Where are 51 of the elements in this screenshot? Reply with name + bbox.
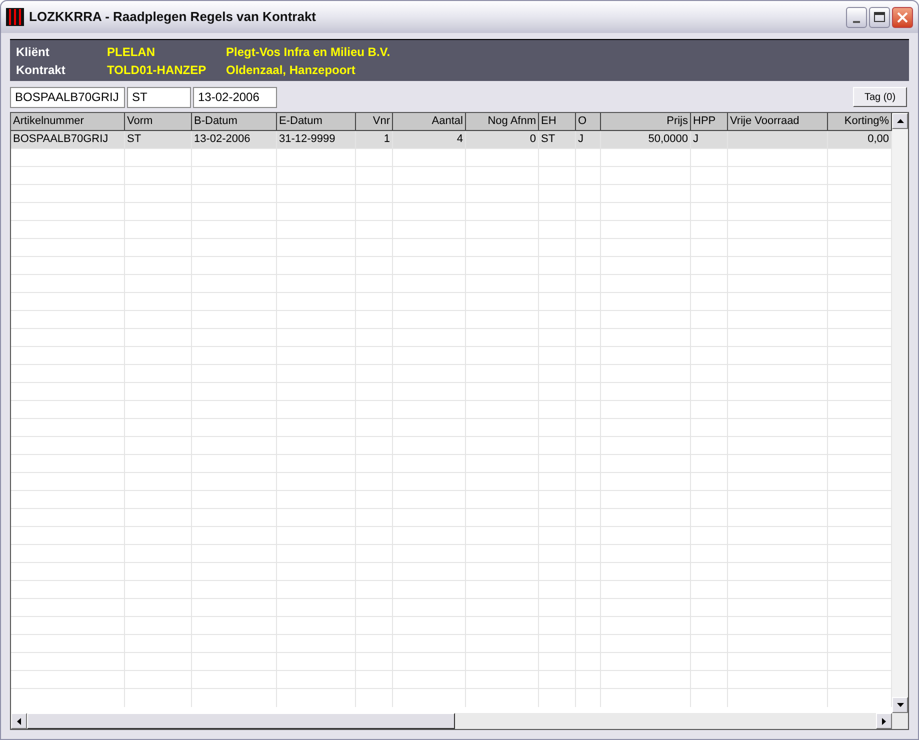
table-cell: 13-02-2006 xyxy=(192,131,277,149)
column-header[interactable]: Artikelnummer xyxy=(11,113,125,131)
table-row[interactable]: BOSPAALB70GRIJ ST 13-02-2006 31-12-9999 1 4 0 ST J 50,0000 J 0,00 xyxy=(11,131,892,149)
down-arrow-icon xyxy=(896,703,904,707)
table-cell: J xyxy=(691,131,728,149)
window-title: LOZKKRRA - Raadplegen Regels van Kontrakt xyxy=(29,8,316,26)
maximize-icon xyxy=(874,12,885,22)
column-header[interactable]: Korting% xyxy=(828,113,892,131)
info-code: PLELAN xyxy=(107,44,156,60)
scroll-left-button[interactable] xyxy=(11,713,27,729)
column-header[interactable]: Nog Afnm xyxy=(466,113,539,131)
left-arrow-icon xyxy=(17,718,21,724)
table-cell: ST xyxy=(539,131,576,149)
column-header[interactable]: O xyxy=(576,113,601,131)
close-button[interactable] xyxy=(892,6,913,28)
column-header[interactable]: HPP xyxy=(691,113,728,131)
column-header[interactable]: B-Datum xyxy=(192,113,277,131)
column-header[interactable]: E-Datum xyxy=(277,113,356,131)
right-arrow-icon xyxy=(882,718,886,724)
minimize-icon xyxy=(853,20,860,22)
info-name: Plegt-Vos Infra en Milieu B.V. xyxy=(226,44,390,60)
table-cell: 1 xyxy=(356,131,393,149)
filter-field[interactable]: 13-02-2006 xyxy=(193,86,277,108)
scroll-up-button[interactable] xyxy=(892,113,908,129)
app-icon xyxy=(6,8,24,26)
info-name: Oldenzaal, Hanzepoort xyxy=(226,62,356,78)
table-cell: 0 xyxy=(466,131,539,149)
table-cell: ST xyxy=(125,131,192,149)
scroll-right-button[interactable] xyxy=(876,713,892,729)
column-header[interactable]: Aantal xyxy=(393,113,466,131)
info-code: TOLD01-HANZEP xyxy=(107,62,208,78)
column-header[interactable]: Prijs xyxy=(601,113,691,131)
column-header[interactable]: EH xyxy=(539,113,576,131)
up-arrow-icon xyxy=(896,119,904,123)
filter-field[interactable]: ST xyxy=(127,86,191,108)
table-cell: 31-12-9999 xyxy=(277,131,356,149)
scroll-down-button[interactable] xyxy=(892,697,908,713)
column-header[interactable]: Vnr xyxy=(356,113,393,131)
table-cell: J xyxy=(576,131,601,149)
info-label: Kontrakt xyxy=(16,62,66,78)
tag-button[interactable]: Tag (0) xyxy=(853,87,907,107)
table-cell: 50,0000 xyxy=(601,131,691,149)
filter-field[interactable]: BOSPAALB70GRIJ xyxy=(10,86,125,108)
column-header[interactable]: Vrije Voorraad xyxy=(728,113,828,131)
table-cell: BOSPAALB70GRIJ xyxy=(11,131,125,149)
info-label: Kliënt xyxy=(16,44,50,60)
maximize-button[interactable] xyxy=(869,6,890,28)
minimize-button[interactable] xyxy=(846,6,867,28)
close-icon xyxy=(897,12,908,22)
column-header[interactable]: Vorm xyxy=(125,113,192,131)
table-cell: 4 xyxy=(393,131,466,149)
